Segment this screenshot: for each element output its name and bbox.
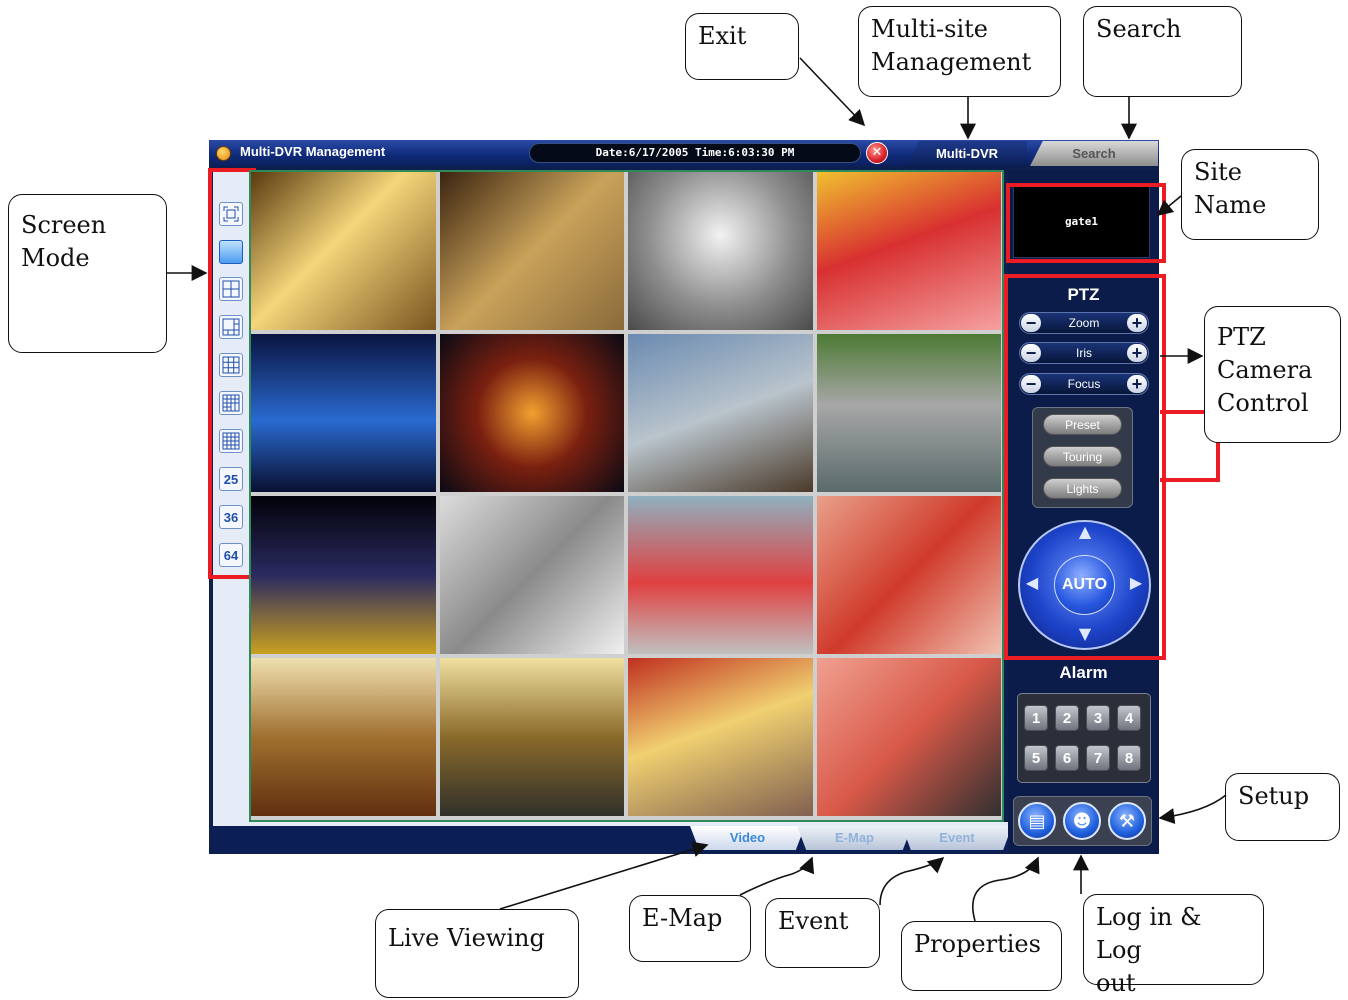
camera-view-11[interactable] [628, 496, 813, 654]
camera-view-10[interactable] [439, 496, 624, 654]
callout-exit: Exit [685, 13, 799, 80]
user-icon: ☻ [1072, 811, 1092, 832]
camera-view-9[interactable] [251, 496, 436, 654]
callout-properties: Properties [901, 921, 1062, 991]
setup-button[interactable]: ⚒ [1108, 802, 1146, 840]
window-title: Multi-DVR Management [240, 144, 386, 159]
ptz-connector [1160, 478, 1220, 482]
alarm-button-8[interactable]: 8 [1117, 745, 1141, 771]
alarm-button-6[interactable]: 6 [1055, 745, 1079, 771]
camera-view-6[interactable] [439, 334, 624, 492]
alarm-title: Alarm [1059, 663, 1108, 682]
callout-e-map: E-Map [629, 895, 751, 962]
camera-view-13[interactable] [251, 658, 436, 816]
properties-icon: ▤ [1028, 811, 1046, 832]
ptz-highlight [1004, 274, 1166, 660]
camera-view-7[interactable] [628, 334, 813, 492]
callout-setup: Setup [1225, 773, 1340, 841]
tab-e-map[interactable]: E-Map [797, 826, 912, 850]
tab-event[interactable]: Event [902, 826, 1012, 850]
camera-view-5[interactable] [251, 334, 436, 492]
tab-video[interactable]: Video [690, 826, 805, 850]
alarm-button-5[interactable]: 5 [1024, 745, 1048, 771]
alarm-button-7[interactable]: 7 [1086, 745, 1110, 771]
tab-multi-dvr[interactable]: Multi-DVR [907, 141, 1027, 166]
camera-view-1[interactable] [251, 172, 436, 330]
camera-view-8[interactable] [816, 334, 1001, 492]
camera-view-2[interactable] [439, 172, 624, 330]
datetime-display: Date:6/17/2005 Time:6:03:30 PM [529, 143, 861, 163]
callout-screen-mode: Screen Mode [8, 194, 167, 353]
callout-event: Event [765, 898, 880, 968]
alarm-button-1[interactable]: 1 [1024, 705, 1048, 731]
callout-login: Log in & Log out [1083, 894, 1264, 997]
exit-button[interactable]: ✕ [866, 142, 888, 164]
callout-search: Search [1083, 6, 1242, 97]
close-icon: ✕ [871, 145, 883, 160]
tab-search[interactable]: Search [1030, 141, 1158, 166]
camera-view-14[interactable] [439, 658, 624, 816]
callout-live-viewing: Live Viewing [375, 909, 579, 998]
alarm-button-4[interactable]: 4 [1117, 705, 1141, 731]
alarm-button-2[interactable]: 2 [1055, 705, 1079, 731]
callout-ptz: PTZ Camera Control [1204, 306, 1341, 443]
hammer-icon: ⚒ [1118, 811, 1136, 832]
callout-multisite: Multi-site Management [858, 6, 1061, 97]
alarm-button-3[interactable]: 3 [1086, 705, 1110, 731]
camera-view-16[interactable] [816, 658, 1001, 816]
camera-view-15[interactable] [628, 658, 813, 816]
camera-view-3[interactable] [628, 172, 813, 330]
callout-site-name: Site Name [1181, 149, 1319, 240]
camera-view-12[interactable] [816, 496, 1001, 654]
camera-view-4[interactable] [816, 172, 1001, 330]
app-icon [216, 146, 231, 161]
login-logout-button[interactable]: ☻ [1063, 802, 1101, 840]
properties-button[interactable]: ▤ [1018, 802, 1056, 840]
site-name-highlight [1006, 183, 1166, 263]
